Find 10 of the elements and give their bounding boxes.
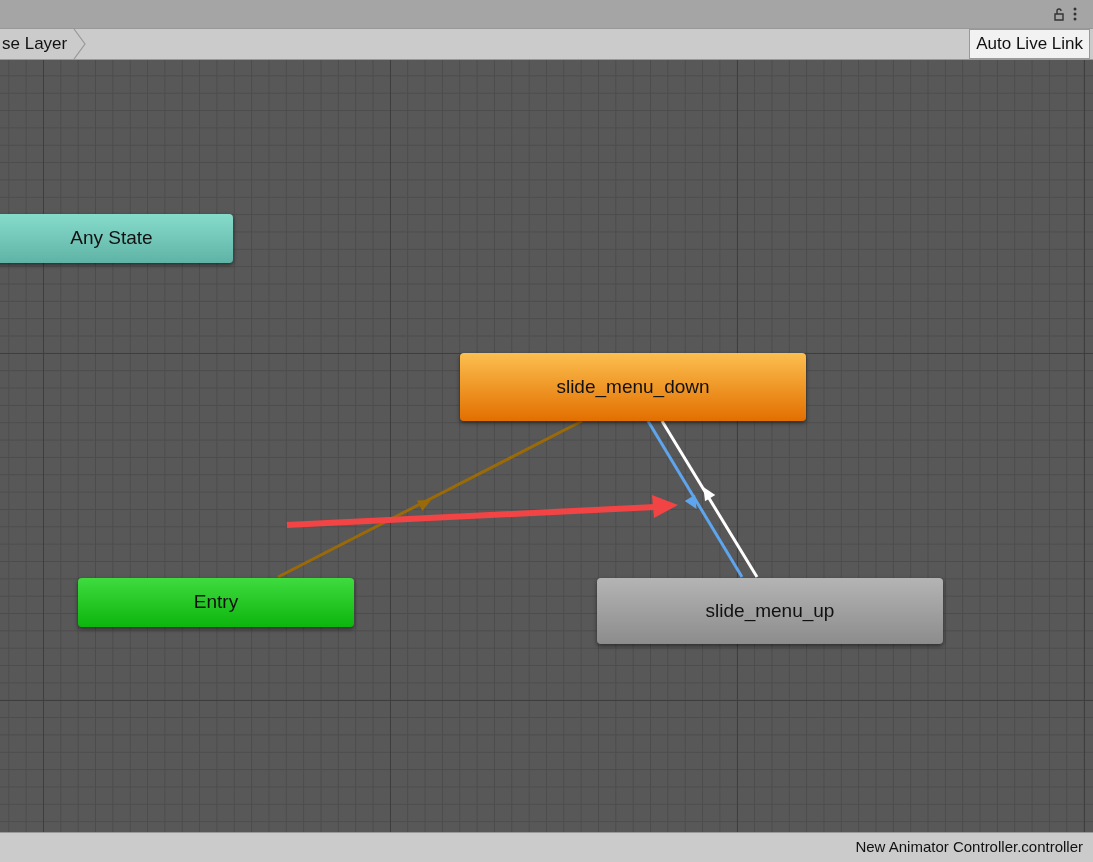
state-node[interactable]: Any State: [0, 214, 233, 263]
state-node[interactable]: slide_menu_up: [597, 578, 943, 644]
auto-live-link-button[interactable]: Auto Live Link: [969, 29, 1090, 59]
transition-arrow[interactable]: [646, 420, 744, 578]
layer-breadcrumb[interactable]: se Layer: [0, 31, 74, 57]
state-node[interactable]: slide_menu_down: [460, 353, 806, 421]
lock-icon[interactable]: [1053, 7, 1065, 21]
more-options-icon[interactable]: [1073, 7, 1077, 21]
state-node[interactable]: Entry: [78, 578, 354, 627]
status-filename: New Animator Controller.controller: [855, 837, 1083, 858]
